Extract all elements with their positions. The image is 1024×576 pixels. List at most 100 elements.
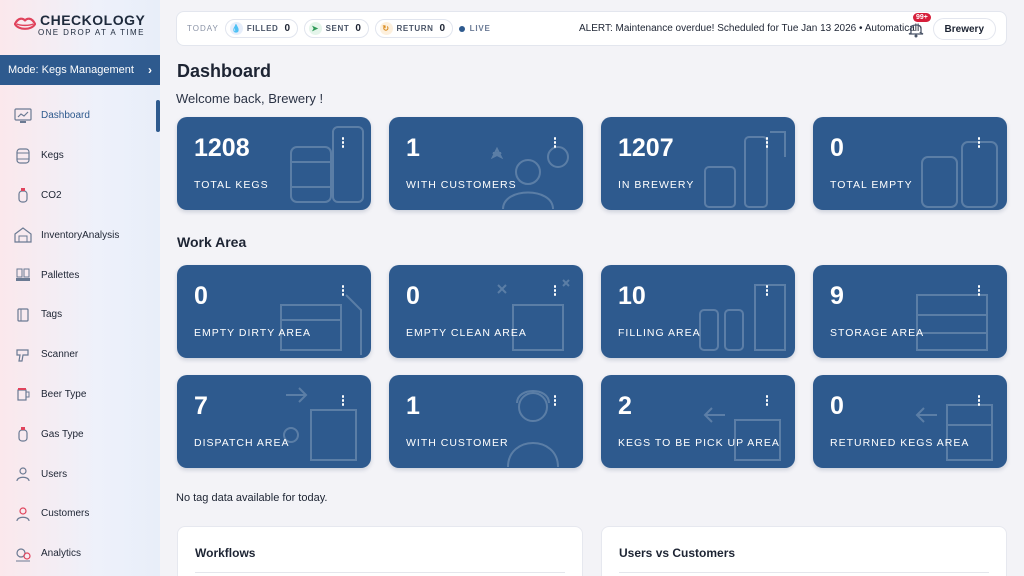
empty-dirty-area-card[interactable]: 0 EMPTY DIRTY AREA — [177, 265, 371, 358]
storage-area-card[interactable]: 9 STORAGE AREA — [813, 265, 1007, 358]
card-label: EMPTY DIRTY AREA — [194, 327, 311, 339]
sidebar-item-analytics[interactable]: Analytics — [0, 534, 160, 574]
dashboard-icon — [14, 107, 32, 125]
kebab-menu-icon[interactable] — [974, 395, 984, 409]
sidebar-item-dashboard[interactable]: Dashboard — [0, 96, 160, 136]
notification-badge: 99+ — [913, 13, 931, 22]
kebab-menu-icon[interactable] — [550, 137, 560, 151]
brand-logo[interactable]: CHECKOLOGY ONE DROP AT A TIME — [12, 10, 157, 40]
kegs-to-be-pick-up-area-card[interactable]: 2 KEGS TO BE PICK UP AREA — [601, 375, 795, 468]
sidebar-item-inventory-analysis[interactable]: InventoryAnalysis — [0, 215, 160, 255]
sidebar-item-gas-type[interactable]: Gas Type — [0, 414, 160, 454]
live-indicator: LIVE — [458, 24, 491, 33]
with-customer-card[interactable]: 1 WITH CUSTOMER — [389, 375, 583, 468]
sidebar-item-co2[interactable]: CO2 — [0, 176, 160, 216]
mode-label: Mode: Kegs Management — [8, 64, 134, 76]
sidebar-item-kegs[interactable]: Kegs — [0, 136, 160, 176]
card-value: 9 — [830, 282, 844, 310]
return-label: RETURN — [396, 24, 434, 33]
returned-kegs-area-card[interactable]: 0 RETURNED KEGS AREA — [813, 375, 1007, 468]
user-menu-button[interactable]: Brewery — [932, 18, 996, 40]
kegs-illustration-icon — [290, 126, 364, 203]
sidebar-item-beer-type[interactable]: Beer Type — [0, 375, 160, 415]
sidebar-item-users[interactable]: Users — [0, 454, 160, 494]
card-label: KEGS TO BE PICK UP AREA — [618, 437, 780, 449]
with-customers-card[interactable]: 1 WITH CUSTOMERS — [389, 117, 583, 210]
users-vs-customers-panel: Users vs Customers — [601, 526, 1007, 576]
card-value: 1208 — [194, 134, 250, 162]
bell-icon[interactable] — [907, 20, 925, 38]
users-vs-customers-title: Users vs Customers — [619, 546, 736, 560]
sidebar-item-label: Scanner — [41, 349, 79, 361]
filling-area-illustration-icon — [699, 284, 786, 351]
sidebar-item-pallettes[interactable]: Pallettes — [0, 255, 160, 295]
return-value: 0 — [439, 23, 446, 34]
return-icon: ↻ — [379, 22, 393, 35]
mode-switcher-button[interactable]: Mode: Kegs Management › — [0, 55, 160, 85]
work-area-title: Work Area — [177, 234, 247, 250]
drop-icon: 💧 — [229, 22, 243, 35]
kebab-menu-icon[interactable] — [762, 395, 772, 409]
dirty-area-illustration-icon — [280, 294, 362, 355]
card-value: 2 — [618, 392, 632, 420]
card-value: 0 — [830, 392, 844, 420]
inventory-icon — [14, 226, 32, 244]
dispatch-illustration-icon — [283, 387, 357, 461]
filled-stat-pill[interactable]: 💧 FILLED 0 — [224, 19, 298, 38]
kebab-menu-icon[interactable] — [338, 285, 348, 299]
card-label: TOTAL KEGS — [194, 179, 269, 191]
kebab-menu-icon[interactable] — [550, 395, 560, 409]
customers-illustration-icon — [490, 146, 569, 210]
kebab-menu-icon[interactable] — [338, 137, 348, 151]
sidebar-item-label: Tags — [41, 309, 63, 321]
sidebar-item-label: Gas Type — [41, 428, 84, 440]
kebab-menu-icon[interactable] — [338, 395, 348, 409]
sidebar-item-tags[interactable]: Tags — [0, 295, 160, 335]
sidebar-item-customers[interactable]: Customers — [0, 494, 160, 534]
live-dot-icon — [458, 25, 465, 32]
dispatch-area-card[interactable]: 7 DISPATCH AREA — [177, 375, 371, 468]
filling-area-card[interactable]: 10 FILLING AREA — [601, 265, 795, 358]
storage-area-illustration-icon — [916, 294, 988, 351]
clean-area-illustration-icon — [497, 279, 570, 351]
sidebar-item-label: Beer Type — [41, 388, 87, 400]
card-value: 1207 — [618, 134, 674, 162]
divider — [619, 572, 989, 573]
sent-label: SENT — [325, 24, 350, 33]
sidebar-item-label: Pallettes — [41, 269, 80, 281]
in-brewery-card[interactable]: 1207 IN BREWERY — [601, 117, 795, 210]
card-label: RETURNED KEGS AREA — [830, 437, 970, 449]
divider — [195, 572, 565, 573]
sidebar-item-label: InventoryAnalysis — [41, 229, 120, 241]
return-illustration-icon — [915, 404, 993, 461]
kebab-menu-icon[interactable] — [974, 285, 984, 299]
card-label: FILLING AREA — [618, 327, 701, 339]
card-label: IN BREWERY — [618, 179, 695, 191]
pickup-illustration-icon — [703, 407, 781, 461]
return-stat-pill[interactable]: ↻ RETURN 0 — [374, 19, 453, 38]
card-value: 1 — [406, 134, 420, 162]
empty-clean-area-card[interactable]: 0 EMPTY CLEAN AREA — [389, 265, 583, 358]
total-empty-card[interactable]: 0 TOTAL EMPTY — [813, 117, 1007, 210]
kebab-menu-icon[interactable] — [974, 137, 984, 151]
live-label: LIVE — [469, 24, 491, 33]
tag-data-note: No tag data available for today. — [176, 492, 328, 504]
workflows-panel: Workflows — [177, 526, 583, 576]
sidebar-item-scanner[interactable]: Scanner — [0, 335, 160, 375]
keg-icon — [14, 147, 32, 165]
sent-value: 0 — [355, 23, 362, 34]
card-value: 1 — [406, 392, 420, 420]
card-label: EMPTY CLEAN AREA — [406, 327, 527, 339]
card-label: WITH CUSTOMERS — [406, 179, 517, 191]
top-bar: TODAY 💧 FILLED 0 ➤ SENT 0 ↻ RETURN 0 LIV… — [176, 11, 1007, 46]
analytics-icon — [14, 545, 32, 563]
kebab-menu-icon[interactable] — [762, 137, 772, 151]
card-value: 0 — [830, 134, 844, 162]
co2-icon — [14, 186, 32, 204]
kebab-menu-icon[interactable] — [762, 285, 772, 299]
card-label: TOTAL EMPTY — [830, 179, 913, 191]
kebab-menu-icon[interactable] — [550, 285, 560, 299]
welcome-message: Welcome back, Brewery ! — [176, 91, 324, 106]
total-kegs-card[interactable]: 1208 TOTAL KEGS — [177, 117, 371, 210]
sent-stat-pill[interactable]: ➤ SENT 0 — [303, 19, 369, 38]
